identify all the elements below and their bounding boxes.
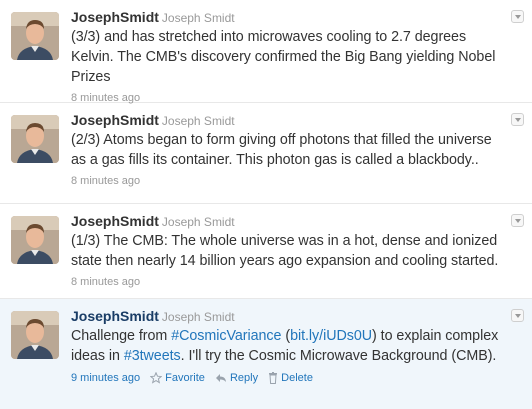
hashtag-link[interactable]: #CosmicVariance (171, 328, 281, 344)
tweet-header: JosephSmidt Joseph Smidt (71, 213, 502, 230)
url-link[interactable]: bit.ly/iUDs0U (290, 328, 372, 344)
full-name: Joseph Smidt (161, 310, 235, 324)
timestamp-link[interactable]: 8 minutes ago (71, 175, 140, 187)
reply-label: Reply (229, 372, 259, 384)
tweet-menu-arrow-icon[interactable] (511, 113, 524, 126)
delete-button[interactable]: Delete (268, 371, 313, 385)
tweet-item[interactable]: JosephSmidt Joseph Smidt (3/3) and has st… (0, 0, 532, 104)
full-name: Joseph Smidt (161, 114, 235, 128)
avatar-image (11, 311, 59, 359)
avatar[interactable] (11, 12, 59, 60)
avatar[interactable] (11, 216, 59, 264)
tweet-header: JosephSmidt Joseph Smidt (71, 9, 502, 26)
star-icon (150, 372, 163, 384)
tweet-header: JosephSmidt Joseph Smidt (71, 308, 502, 325)
tweet-text-part: ( (281, 328, 291, 344)
tweet-menu-arrow-icon[interactable] (511, 214, 524, 227)
avatar-image (11, 115, 59, 163)
tweet-item[interactable]: JosephSmidt Joseph Smidt (1/3) The CMB: T… (0, 204, 532, 299)
tweet-menu-arrow-icon[interactable] (511, 10, 524, 23)
delete-label: Delete (281, 372, 313, 384)
hashtag-link[interactable]: #3tweets (124, 348, 181, 364)
tweet-text: (3/3) and has stretched into microwaves … (71, 29, 496, 85)
trash-icon (269, 372, 278, 384)
screen-name-link[interactable]: JosephSmidt (71, 9, 159, 25)
tweet-meta: 9 minutes ago Favorite Reply Delete (71, 371, 502, 385)
favorite-button[interactable]: Favorite (150, 371, 205, 385)
screen-name-link[interactable]: JosephSmidt (71, 308, 159, 324)
tweet-menu-arrow-icon[interactable] (511, 309, 524, 322)
avatar[interactable] (11, 311, 59, 359)
tweet-meta: 8 minutes ago (71, 275, 502, 289)
tweet-text-part: Challenge from (71, 328, 172, 344)
full-name: Joseph Smidt (161, 11, 235, 25)
screen-name-link[interactable]: JosephSmidt (71, 213, 159, 229)
timestamp-link[interactable]: 8 minutes ago (71, 276, 140, 288)
tweet-text: (1/3) The CMB: The whole universe was in… (71, 233, 499, 269)
avatar-image (11, 12, 59, 60)
full-name: Joseph Smidt (161, 215, 235, 229)
avatar-image (11, 216, 59, 264)
avatar[interactable] (11, 115, 59, 163)
screen-name-link[interactable]: JosephSmidt (71, 112, 159, 128)
tweet-item-highlighted[interactable]: JosephSmidt Joseph Smidt Challenge from #… (0, 299, 532, 409)
tweet-timeline: JosephSmidt Joseph Smidt (3/3) and has st… (0, 0, 532, 409)
tweet-text: (2/3) Atoms began to form giving off pho… (71, 132, 492, 168)
favorite-label: Favorite (165, 372, 205, 384)
tweet-item[interactable]: JosephSmidt Joseph Smidt (2/3) Atoms bega… (0, 103, 532, 204)
reply-button[interactable]: Reply (215, 371, 258, 385)
tweet-meta: 8 minutes ago (71, 174, 502, 188)
tweet-header: JosephSmidt Joseph Smidt (71, 112, 502, 129)
timestamp-link[interactable]: 9 minutes ago (71, 372, 140, 384)
tweet-text-part: . I'll try the Cosmic Microwave Backgrou… (180, 348, 497, 364)
reply-arrow-icon (215, 374, 226, 382)
tweet-text: Challenge from #CosmicVariance (bit.ly/i… (71, 326, 502, 366)
